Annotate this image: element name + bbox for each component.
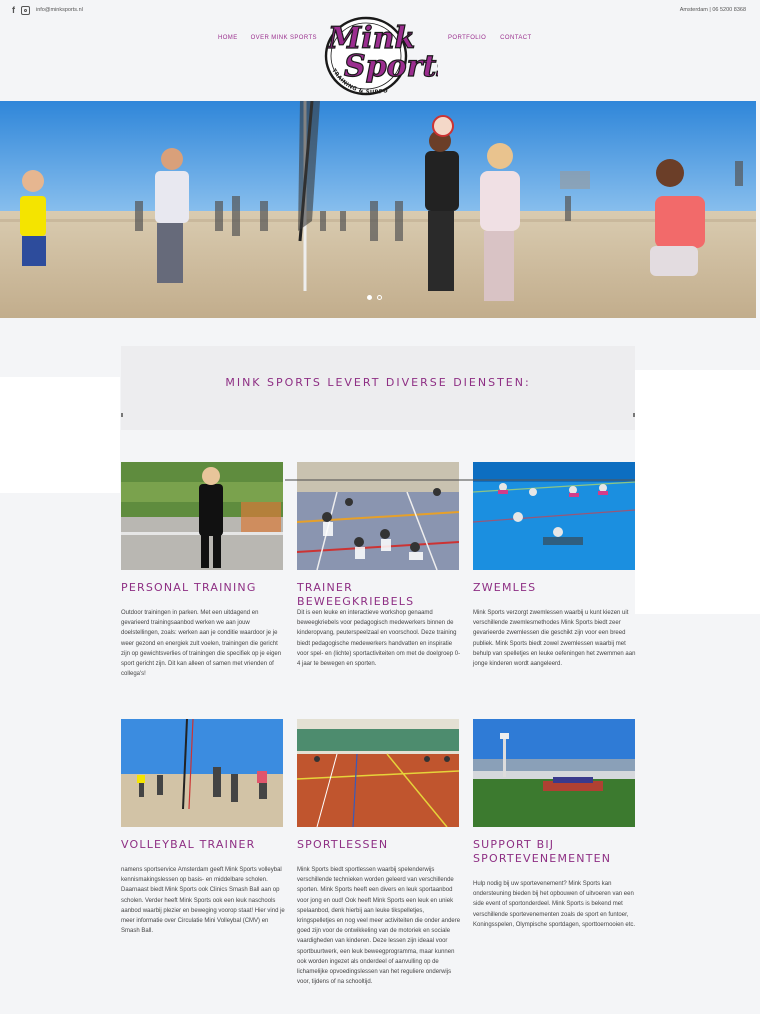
email-link[interactable]: info@minksports.nl (36, 7, 83, 13)
hero-beach-volleyball-image (0, 101, 756, 318)
background-panel-right (635, 370, 760, 614)
svg-text:Sports: Sports (344, 49, 438, 84)
slider-dot-2[interactable] (377, 295, 382, 300)
nav-over-mink-sports[interactable]: OVER MINK SPORTS (251, 35, 317, 41)
nav-left: HOME OVER MINK SPORTS (218, 35, 317, 41)
image-overlay-line (285, 479, 635, 481)
card-text-support-sportevenementen: Hulp nodig bij uw sportevenement? Mink S… (473, 881, 636, 928)
card-text-personal-training: Outdoor trainingen in parken. Met een ui… (121, 610, 282, 678)
sportlessen-image (297, 719, 459, 827)
card-text-trainer-beweegkriebels: Dit is een leuke en interactieve worksho… (297, 610, 461, 668)
location-phone: Amsterdam | 06 5200 8368 (679, 7, 746, 13)
card-title-trainer-beweegkriebels[interactable]: TRAINER BEWEEGKRIEBELS (297, 581, 467, 609)
nav-portfolio[interactable]: PORTFOLIO (448, 35, 486, 41)
service-card-personal-training: PERSONAL TRAINING Outdoor trainingen in … (121, 462, 283, 677)
facebook-icon[interactable]: f (12, 5, 15, 15)
service-card-volleybal-trainer: VOLLEYBAL TRAINER namens sportservice Am… (121, 719, 285, 934)
card-title-volleybal-trainer[interactable]: VOLLEYBAL TRAINER (121, 838, 291, 852)
card-title-sportlessen[interactable]: SPORTLESSEN (297, 838, 467, 852)
services-heading-box: MINK SPORTS LEVERT DIVERSE DIENSTEN: (121, 346, 635, 430)
site-logo[interactable]: Mink Sports TRAINING & SUPPORT (314, 10, 454, 100)
card-title-support-sportevenementen[interactable]: SUPPORT BIJ SPORTEVENEMENTEN (473, 838, 643, 866)
service-card-support-sportevenementen: SUPPORT BIJ SPORTEVENEMENTEN Hulp nodig … (473, 719, 635, 928)
personal-training-image (121, 462, 283, 570)
divider-marker-left (121, 413, 123, 417)
slider-dot-1[interactable] (367, 295, 372, 300)
nav-contact[interactable]: CONTACT (500, 35, 531, 41)
card-title-zwemles[interactable]: ZWEMLES (473, 581, 643, 595)
card-text-sportlessen: Mink Sports biedt sportlessen waarbij sp… (297, 867, 461, 986)
card-title-personal-training[interactable]: PERSONAL TRAINING (121, 581, 291, 595)
social-links: f info@minksports.nl (12, 5, 83, 15)
volleybal-image (121, 719, 283, 827)
hero-slider[interactable] (0, 101, 756, 318)
nav-home[interactable]: HOME (218, 35, 238, 41)
nav-right: PORTFOLIO CONTACT (448, 35, 532, 41)
card-text-zwemles: Mink Sports verzorgt zwemlessen waarbij … (473, 610, 636, 668)
service-card-sportlessen: SPORTLESSEN Mink Sports biedt sportlesse… (297, 719, 460, 985)
instagram-icon[interactable] (21, 5, 30, 15)
background-panel-left (0, 377, 120, 493)
sportevenementen-image (473, 719, 635, 827)
slider-dots (367, 295, 382, 300)
services-heading: MINK SPORTS LEVERT DIVERSE DIENSTEN: (225, 376, 531, 389)
divider-marker-right (633, 413, 635, 417)
card-text-volleybal-trainer: namens sportservice Amsterdam geeft Mink… (121, 867, 285, 935)
